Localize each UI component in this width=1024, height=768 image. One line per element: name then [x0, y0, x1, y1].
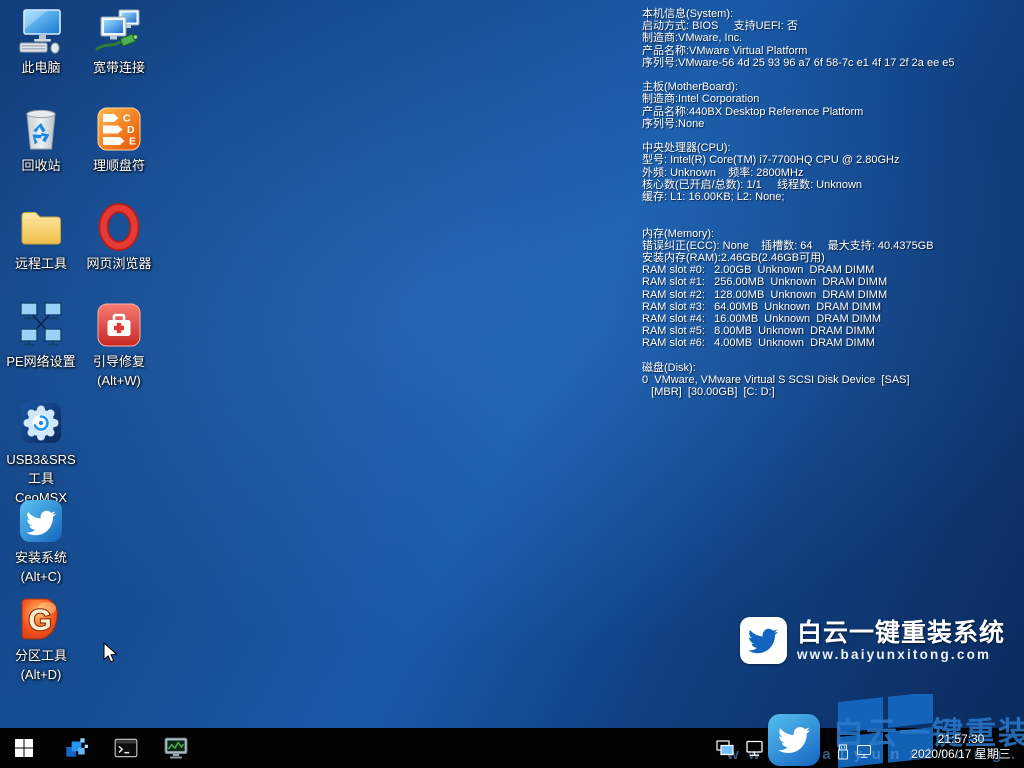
desktop-icon-install-system[interactable]: 安装系统 (Alt+C) — [2, 492, 80, 590]
computer-icon — [17, 7, 65, 55]
system-info-line: 启动方式: BIOS 支持UEFI: 否 — [642, 20, 954, 32]
start-button[interactable] — [0, 728, 48, 768]
system-info-line: 本机信息(System): — [642, 8, 954, 20]
command-prompt-icon — [113, 735, 139, 761]
brand-watermark: 白云一键重装系统 www.baiyunxitong.com — [740, 617, 1005, 664]
desktop-icon-partition-tool[interactable]: G 分区工具 (Alt+D) — [2, 590, 80, 688]
partition-letter-g: G — [28, 604, 51, 637]
desktop: 本机信息(System):启动方式: BIOS 支持UEFI: 否制造商:VMw… — [0, 0, 1024, 768]
system-info-line: RAM slot #0: 2.00GB Unknown DRAM DIMM — [642, 264, 954, 276]
system-info-line: 磁盘(Disk): — [642, 362, 954, 374]
tray-overflow-icons — [836, 744, 872, 760]
taskbar: 21:57:30 2020/06/17 星期三 — [0, 728, 1024, 768]
windows-start-icon — [14, 738, 34, 758]
system-info-line: 核心数(已开启/总数): 1/1 线程数: Unknown — [642, 179, 954, 191]
system-info-line — [642, 215, 954, 227]
system-info-line: RAM slot #4: 16.00MB Unknown DRAM DIMM — [642, 313, 954, 325]
system-info-line: RAM slot #3: 64.00MB Unknown DRAM DIMM — [642, 301, 954, 313]
twitter-bird-icon — [17, 497, 65, 545]
drive-letter-d: D — [127, 124, 135, 136]
display-duo-tray-icon[interactable] — [716, 740, 736, 757]
broadband-connection-icon — [95, 7, 143, 55]
taskbar-clock[interactable]: 21:57:30 2020/06/17 星期三 — [902, 732, 1020, 762]
system-info-line: 产品名称:440BX Desktop Reference Platform — [642, 106, 954, 118]
system-info-line: [MBR] [30.00GB] [C: D:] — [642, 386, 954, 398]
taskbar-registry-tool-button[interactable] — [52, 728, 100, 768]
icon-label: 理顺盘符 — [93, 156, 145, 175]
first-aid-kit-icon — [95, 301, 143, 349]
desktop-icon-usb3-srs[interactable]: USB3&SRS 工具CeoMSX — [2, 394, 80, 492]
twitter-bird-icon — [778, 724, 810, 756]
brand-url: www.baiyunxitong.com — [797, 647, 1005, 663]
system-info-line: 制造商:VMware, Inc. — [642, 32, 954, 44]
system-info-panel: 本机信息(System):启动方式: BIOS 支持UEFI: 否制造商:VMw… — [642, 8, 954, 398]
system-info-line: 外频: Unknown 频率: 2800MHz — [642, 167, 954, 179]
network-settings-icon — [17, 301, 65, 349]
system-info-line: 产品名称:VMware Virtual Platform — [642, 45, 954, 57]
icon-label: 回收站 — [21, 156, 60, 175]
clock-date: 2020/06/17 星期三 — [902, 747, 1020, 762]
system-info-line — [642, 350, 954, 362]
system-info-line: 0 VMware, VMware Virtual S SCSI Disk Dev… — [642, 374, 954, 386]
system-info-line: 安装内存(RAM):2.46GB(2.46GB可用) — [642, 252, 954, 264]
desktop-icon-boot-repair[interactable]: 引导修复 (Alt+W) — [80, 296, 158, 394]
icon-label: PE网络设置 — [6, 352, 75, 371]
registry-cubes-icon — [63, 735, 89, 761]
system-info-line: 序列号:None — [642, 118, 954, 130]
folder-icon — [17, 203, 65, 251]
system-info-line: 制造商:Intel Corporation — [642, 93, 954, 105]
driver-tool-gear-icon — [17, 399, 65, 447]
system-info-line: 缓存: L1: 16.00KB; L2: None; — [642, 191, 954, 203]
network-monitor-tray-icon[interactable] — [745, 740, 765, 757]
icon-label: 此电脑 — [21, 58, 60, 77]
desktop-icon-drive-letters[interactable]: C D E 理顺盘符 — [80, 100, 158, 198]
system-info-line: 内存(Memory): — [642, 228, 954, 240]
icon-label: 远程工具 — [15, 254, 67, 273]
opera-browser-icon — [95, 203, 143, 251]
system-info-line: 主板(MotherBoard): — [642, 81, 954, 93]
system-info-line: RAM slot #6: 4.00MB Unknown DRAM DIMM — [642, 337, 954, 349]
system-info-line: RAM slot #5: 8.00MB Unknown DRAM DIMM — [642, 325, 954, 337]
system-info-line — [642, 203, 954, 215]
system-info-line: RAM slot #2: 128.00MB Unknown DRAM DIMM — [642, 289, 954, 301]
diskgenius-icon: G — [17, 595, 65, 643]
recycle-bin-icon — [17, 105, 65, 153]
brand-title: 白云一键重装系统 — [797, 619, 1005, 647]
desktop-icon-grid: 此电脑 宽带连接 — [2, 2, 158, 688]
brand-logo — [740, 617, 787, 664]
usb-device-tray-icon[interactable] — [836, 744, 850, 760]
system-info-line: 中央处理器(CPU): — [642, 142, 954, 154]
icon-label: 引导修复 (Alt+W) — [93, 352, 145, 390]
desktop-icon-remote-tools[interactable]: 远程工具 — [2, 198, 80, 296]
drive-letter-sort-icon: C D E — [95, 105, 143, 153]
icon-label: 网页浏览器 — [86, 254, 151, 273]
system-info-line: 错误纠正(ECC): None 插槽数: 64 最大支持: 40.4375GB — [642, 240, 954, 252]
drive-letter-c: C — [123, 113, 131, 125]
drive-letter-e: E — [129, 136, 136, 148]
taskbar-task-manager-button[interactable] — [152, 728, 200, 768]
icon-label: 宽带连接 — [93, 58, 145, 77]
system-info-line — [642, 130, 954, 142]
twitter-bird-icon — [748, 626, 778, 656]
desktop-icon-pe-network[interactable]: PE网络设置 — [2, 296, 80, 394]
desktop-icon-this-pc[interactable]: 此电脑 — [2, 2, 80, 100]
icon-label: 安装系统 (Alt+C) — [15, 548, 67, 586]
taskbar-twitter-app[interactable] — [768, 714, 820, 766]
taskbar-cmd-button[interactable] — [102, 728, 150, 768]
desktop-icon-web-browser[interactable]: 网页浏览器 — [80, 198, 158, 296]
system-info-line: 型号: Intel(R) Core(TM) i7-7700HQ CPU @ 2.… — [642, 154, 954, 166]
icon-label: 分区工具 (Alt+D) — [15, 646, 67, 684]
system-info-line — [642, 69, 954, 81]
clock-time: 21:57:30 — [902, 732, 1020, 747]
desktop-icon-broadband[interactable]: 宽带连接 — [80, 2, 158, 100]
display-tray-icon[interactable] — [856, 744, 872, 759]
system-info-line: RAM slot #1: 256.00MB Unknown DRAM DIMM — [642, 276, 954, 288]
performance-monitor-icon — [163, 735, 189, 761]
desktop-icon-recycle-bin[interactable]: 回收站 — [2, 100, 80, 198]
system-info-line: 序列号:VMware-56 4d 25 93 96 a7 6f 58-7c e1… — [642, 57, 954, 69]
system-tray — [716, 728, 765, 768]
